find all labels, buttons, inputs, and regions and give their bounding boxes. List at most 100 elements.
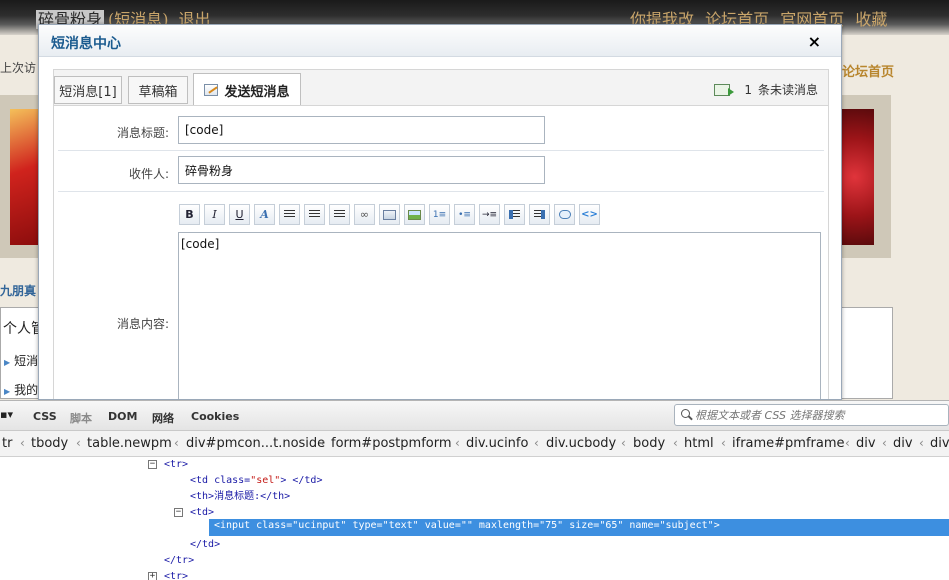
- tree-node-tr-next[interactable]: <tr>: [164, 569, 188, 580]
- dom-breadcrumb: tr ‹ tbody ‹ table.newpm ‹ div#pmcon...t…: [0, 431, 949, 457]
- align-left-button[interactable]: [279, 204, 300, 225]
- crumb-div[interactable]: div: [893, 436, 913, 451]
- expand-toggle-icon[interactable]: +: [148, 572, 157, 580]
- recipient-input[interactable]: [178, 156, 545, 184]
- tree-node-td-sel[interactable]: <td class="sel"> </td>: [190, 473, 322, 489]
- devtools-panel: ▪▾ CSS 脚本 DOM 网络 Cookies tr ‹ tbody ‹ ta…: [0, 400, 949, 580]
- sidebar-item-pm[interactable]: ▶ 短消: [4, 352, 38, 369]
- email-button[interactable]: [379, 204, 400, 225]
- recipient-label: 收件人:: [128, 167, 169, 181]
- tab-inbox[interactable]: 短消息[1]: [54, 76, 122, 104]
- code-button[interactable]: <>: [579, 204, 600, 225]
- subject-label: 消息标题:: [116, 126, 169, 140]
- tab-network[interactable]: 网络: [152, 410, 174, 426]
- tag-text: > </td>: [280, 475, 323, 486]
- align-right-icon: [334, 210, 345, 219]
- font-color-button[interactable]: A: [254, 204, 275, 225]
- indent-icon: →≡: [481, 209, 498, 220]
- crumb-div[interactable]: div: [856, 436, 876, 451]
- forum-section-title[interactable]: 九朋真: [0, 282, 36, 299]
- float-left-button[interactable]: [504, 204, 525, 225]
- attr-value: "sel": [250, 475, 281, 486]
- bold-icon: B: [185, 208, 194, 221]
- compose-form: 消息标题: 收件人: B I U A ∞ 1≡ •≡ →≡ <> 消息内容: […: [53, 105, 829, 399]
- tab-drafts[interactable]: 草稿箱: [128, 76, 188, 104]
- italic-button[interactable]: I: [204, 204, 225, 225]
- breadcrumb-forum-home[interactable]: 论坛首页: [842, 61, 894, 80]
- crumb-separator-icon: ‹: [882, 436, 887, 450]
- last-visit-text: 上次访: [0, 61, 37, 75]
- float-right-icon: [534, 210, 545, 219]
- content-label: 消息内容:: [116, 317, 169, 331]
- crumb-iframe[interactable]: iframe#pmframe: [732, 436, 845, 451]
- sidebar-item-my[interactable]: ▶ 我的: [4, 381, 38, 398]
- dialog-title: 短消息中心: [51, 36, 121, 52]
- tree-node-tr[interactable]: <tr>: [164, 457, 188, 473]
- crumb-div-pmcon[interactable]: div#pmcon...t.noside: [186, 436, 325, 451]
- dom-tree: − <tr> <td class="sel"> </td> <th>消息标题:<…: [0, 457, 949, 580]
- triangle-bullet-icon: ▶: [4, 358, 11, 367]
- bold-button[interactable]: B: [179, 204, 200, 225]
- font-color-icon: A: [260, 208, 269, 221]
- dialog-header: 短消息中心 ×: [39, 25, 841, 57]
- tab-script[interactable]: 脚本: [70, 410, 92, 426]
- crumb-div-ucinfo[interactable]: div.ucinfo: [466, 436, 528, 451]
- pm-center-dialog: 短消息中心 × 短消息[1] 草稿箱 发送短消息 1 条未读消息 消息标题: 收…: [38, 24, 842, 400]
- triangle-bullet-icon: ▶: [4, 387, 11, 396]
- search-icon: [681, 409, 690, 418]
- crumb-tbody[interactable]: tbody: [31, 436, 68, 451]
- unordered-list-button[interactable]: •≡: [454, 204, 475, 225]
- ordered-list-button[interactable]: 1≡: [429, 204, 450, 225]
- float-right-button[interactable]: [529, 204, 550, 225]
- tab-css[interactable]: CSS: [33, 410, 57, 423]
- tree-node-tr-close: </tr>: [164, 555, 195, 566]
- float-left-icon: [509, 210, 520, 219]
- tree-node-td-close: </td>: [190, 539, 221, 550]
- crumb-separator-icon: ‹: [455, 436, 460, 450]
- tab-dom[interactable]: DOM: [108, 410, 137, 423]
- collapse-toggle-icon[interactable]: −: [174, 508, 183, 517]
- indent-button[interactable]: →≡: [479, 204, 500, 225]
- link-icon: ∞: [359, 208, 370, 221]
- email-icon: [383, 209, 396, 220]
- compose-icon: [204, 84, 219, 96]
- crumb-div[interactable]: div: [930, 436, 949, 451]
- image-button[interactable]: [404, 204, 425, 225]
- image-icon: [408, 209, 421, 220]
- unread-messages[interactable]: 1 条未读消息: [714, 81, 818, 98]
- crumb-separator-icon: ‹: [673, 436, 678, 450]
- selected-tree-node[interactable]: <input class="ucinput" type="text" value…: [209, 519, 949, 536]
- crumb-separator-icon: ‹: [20, 436, 25, 450]
- align-center-icon: [309, 210, 320, 219]
- devtools-toolbar: ▪▾ CSS 脚本 DOM 网络 Cookies: [0, 401, 949, 431]
- crumb-separator-icon: ‹: [76, 436, 81, 450]
- message-content-textarea[interactable]: [code]: [178, 232, 821, 399]
- crumb-tr[interactable]: tr: [2, 436, 12, 451]
- close-icon[interactable]: ×: [808, 32, 821, 51]
- inspect-dropdown-icon[interactable]: ▪▾: [0, 408, 20, 421]
- unread-count: 1: [744, 82, 752, 97]
- link-button[interactable]: ∞: [354, 204, 375, 225]
- quote-button[interactable]: [554, 204, 575, 225]
- align-left-icon: [284, 210, 295, 219]
- crumb-body[interactable]: body: [633, 436, 665, 451]
- crumb-html[interactable]: html: [684, 436, 714, 451]
- align-right-button[interactable]: [329, 204, 350, 225]
- tree-node-th[interactable]: <th>消息标题:</th>: [190, 489, 290, 505]
- favorite-link[interactable]: 收藏: [855, 10, 887, 29]
- crumb-div-ucbody[interactable]: div.ucbody: [546, 436, 616, 451]
- crumb-form[interactable]: form#postpmform: [331, 436, 452, 451]
- crumb-table[interactable]: table.newpm: [87, 436, 172, 451]
- underline-button[interactable]: U: [229, 204, 250, 225]
- align-center-button[interactable]: [304, 204, 325, 225]
- crumb-separator-icon: ‹: [534, 436, 539, 450]
- crumb-separator-icon: ‹: [721, 436, 726, 450]
- tab-compose[interactable]: 发送短消息: [193, 73, 301, 106]
- collapse-toggle-icon[interactable]: −: [148, 460, 157, 469]
- subject-input[interactable]: [178, 116, 545, 144]
- tab-cookies[interactable]: Cookies: [191, 410, 239, 423]
- crumb-separator-icon: ‹: [621, 436, 626, 450]
- tab-compose-label: 发送短消息: [224, 84, 290, 100]
- devtools-search-input[interactable]: [674, 404, 949, 426]
- crumb-separator-icon: ‹: [919, 436, 924, 450]
